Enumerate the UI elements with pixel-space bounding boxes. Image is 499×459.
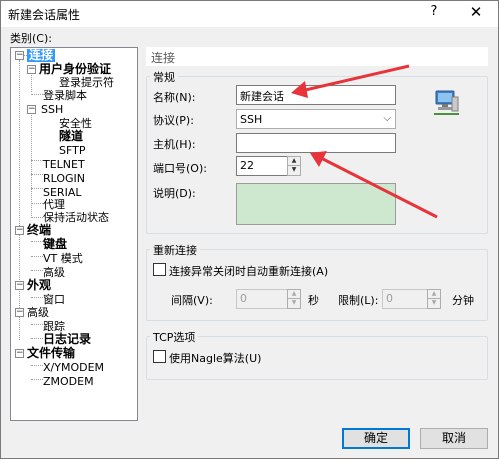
tree-item-rlogin[interactable]: RLOGIN (43, 172, 85, 185)
port-label: 端口号(O): (153, 162, 207, 175)
limit-unit: 分钟 (452, 294, 474, 307)
spin-down-icon[interactable]: ▼ (288, 166, 300, 175)
tree-item-terminal[interactable]: 终端 (27, 224, 51, 237)
chevron-down-icon: ⌵ (383, 113, 391, 124)
network-computer-icon (434, 90, 459, 115)
tree-item-keepalive[interactable]: 保持活动状态 (43, 211, 109, 224)
protocol-select[interactable]: SSH ⌵ (236, 109, 396, 129)
tree-item-connection[interactable]: 连接 (27, 49, 56, 62)
tree-item-logging[interactable]: 日志记录 (43, 333, 91, 346)
tree-item-keyboard[interactable]: 键盘 (43, 238, 67, 251)
category-tree[interactable]: − 连接 − 用户身份验证 登录提示符 登录脚本 − SSH 安全性 隧道 SF… (10, 47, 138, 421)
help-button[interactable]: ? (425, 4, 443, 22)
ok-button[interactable]: 确定 (342, 428, 410, 449)
general-group-title: 常规 (150, 69, 178, 85)
tree-item-xymodem[interactable]: X/YMODEM (43, 361, 104, 374)
name-label: 名称(N): (153, 91, 196, 104)
tcp-options-group-title: TCP选项 (150, 329, 199, 345)
spin-up-icon[interactable]: ▲ (428, 290, 440, 299)
tree-item-file-transfer[interactable]: 文件传输 (27, 347, 75, 360)
collapse-toggle-icon[interactable]: − (27, 65, 36, 74)
collapse-toggle-icon[interactable]: − (15, 349, 24, 358)
collapse-toggle-icon[interactable]: − (15, 308, 24, 317)
nagle-checkbox[interactable] (153, 350, 166, 363)
spin-down-icon[interactable]: ▼ (428, 299, 440, 308)
tree-item-advanced[interactable]: 高级 (27, 306, 49, 319)
panel-title: 连接 (146, 47, 488, 66)
limit-spinner[interactable]: ▲ ▼ (427, 289, 441, 309)
category-label: 类别(C): (10, 32, 52, 45)
auto-reconnect-checkbox[interactable] (153, 263, 166, 276)
port-spinner[interactable]: ▲ ▼ (287, 156, 301, 176)
description-textarea[interactable] (236, 183, 396, 225)
cancel-button[interactable]: 取消 (420, 428, 488, 449)
close-button[interactable]: ✕ (467, 3, 485, 21)
tree-item-zmodem[interactable]: ZMODEM (43, 375, 94, 388)
interval-label: 间隔(V): (171, 294, 213, 307)
reconnect-group-title: 重新连接 (150, 242, 200, 258)
interval-unit: 秒 (308, 294, 319, 307)
interval-input[interactable]: 0 (236, 289, 288, 309)
tree-item-login-prompt[interactable]: 登录提示符 (59, 76, 114, 89)
interval-spinner[interactable]: ▲ ▼ (287, 289, 301, 309)
title-bar: 新建会话属性 ? ✕ (1, 1, 498, 27)
tree-item-telnet[interactable]: TELNET (43, 158, 85, 171)
nagle-label[interactable]: 使用Nagle算法(U) (169, 350, 261, 366)
reconnect-group (146, 249, 488, 321)
host-label: 主机(H): (153, 138, 196, 151)
description-label: 说明(D): (153, 187, 196, 200)
window-title: 新建会话属性 (8, 8, 81, 22)
tree-item-auth[interactable]: 用户身份验证 (39, 63, 111, 76)
tree-item-vt-mode[interactable]: VT 模式 (43, 252, 83, 265)
protocol-value: SSH (240, 113, 263, 126)
spin-up-icon[interactable]: ▲ (288, 157, 300, 166)
collapse-toggle-icon[interactable]: − (15, 226, 24, 235)
tree-item-proxy[interactable]: 代理 (43, 198, 65, 211)
limit-input[interactable]: 0 (382, 289, 428, 309)
limit-label: 限制(L): (338, 294, 379, 307)
port-input[interactable]: 22 (236, 156, 288, 176)
tree-item-tunnel[interactable]: 隧道 (59, 130, 83, 143)
tree-item-login-script[interactable]: 登录脚本 (43, 89, 87, 102)
tree-item-ssh[interactable]: SSH (41, 103, 63, 116)
host-input[interactable] (236, 133, 396, 153)
tree-item-appearance[interactable]: 外观 (27, 279, 51, 292)
collapse-toggle-icon[interactable]: − (27, 105, 36, 114)
name-input[interactable]: 新建会话 (236, 85, 396, 105)
tree-item-sftp[interactable]: SFTP (59, 144, 85, 157)
collapse-toggle-icon[interactable]: − (15, 281, 24, 290)
spin-down-icon[interactable]: ▼ (288, 299, 300, 308)
auto-reconnect-label[interactable]: 连接异常关闭时自动重新连接(A) (169, 263, 328, 279)
collapse-toggle-icon[interactable]: − (15, 51, 24, 60)
spin-up-icon[interactable]: ▲ (288, 290, 300, 299)
protocol-label: 协议(P): (153, 114, 194, 127)
tree-item-window[interactable]: 窗口 (43, 293, 65, 306)
session-properties-dialog: 新建会话属性 ? ✕ 类别(C): − 连接 − 用户身份验证 登录提示符 登录… (0, 0, 499, 459)
